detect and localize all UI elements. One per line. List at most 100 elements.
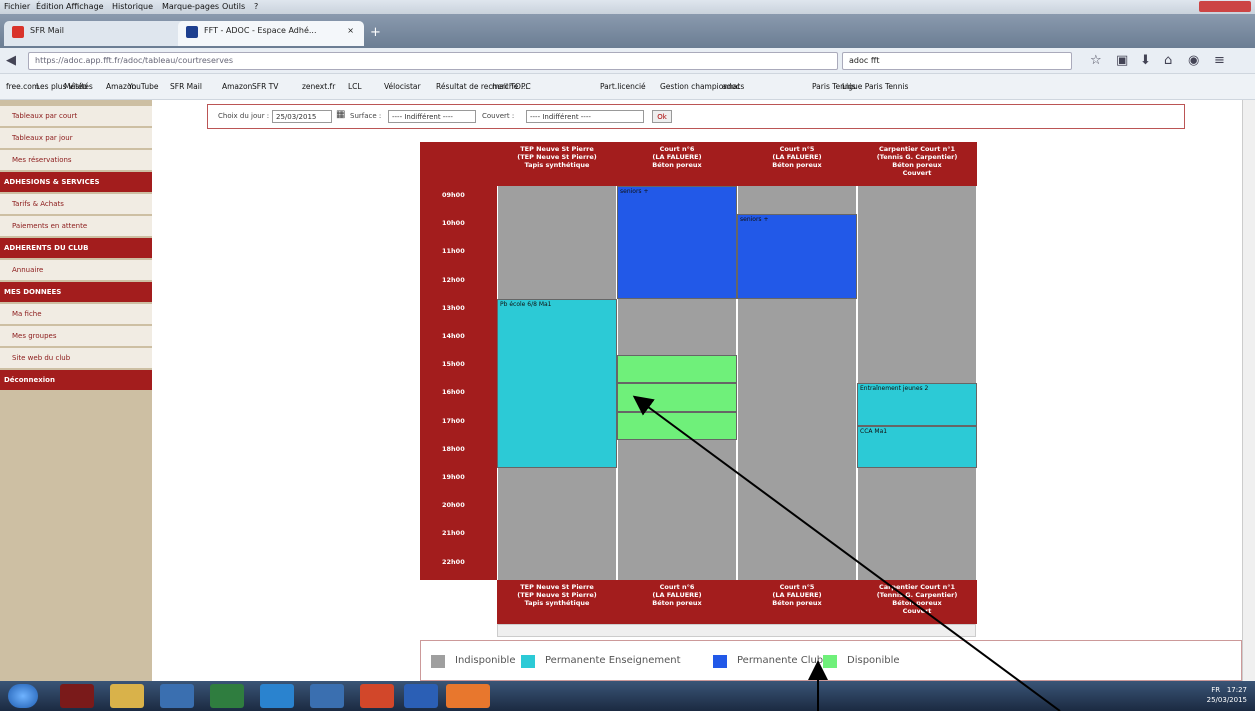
time-label: 14h00	[442, 332, 465, 340]
time-label: 15h00	[442, 360, 465, 369]
search-input[interactable]: adoc fft	[842, 52, 1072, 70]
sidebar-section-header[interactable]: ADHESIONS & SERVICES	[0, 172, 152, 192]
tab-fft-adoc[interactable]: FFT - ADOC - Espace Adhé... ×	[178, 21, 364, 46]
language-indicator: FR	[1211, 686, 1221, 694]
time-label: 20h00	[442, 501, 465, 510]
horizontal-scrollbar[interactable]	[497, 624, 976, 637]
bookmarks-bar: free.com Les plus visités Météo Amazon YouTu…	[0, 74, 1255, 100]
sidebar-item[interactable]: Tarifs & Achats	[0, 194, 152, 214]
bookmark-item[interactable]: Amazon	[222, 82, 252, 91]
legend-swatch	[823, 655, 837, 668]
bookmark-item[interactable]: zenext.fr	[302, 82, 335, 91]
bookmark-item[interactable]: SFR TV	[252, 82, 278, 91]
bookmark-item[interactable]: Ligue Paris Tennis	[842, 82, 908, 91]
fft-icon	[186, 26, 198, 38]
sync-icon[interactable]: ◉	[1188, 53, 1199, 68]
reservation-slot[interactable]: Pb école 6/8 Ma1	[497, 298, 617, 468]
court-header-bottom: TEP Neuve St Pierre (TEP Neuve St Pierre…	[497, 580, 617, 624]
window-controls[interactable]	[1199, 1, 1251, 12]
sidebar-item[interactable]: Tableaux par jour	[0, 128, 152, 148]
bookmark-item[interactable]: YouTube	[128, 82, 159, 91]
day-input[interactable]: 25/03/2015	[272, 110, 332, 123]
clock-time: 17:27	[1226, 686, 1247, 694]
system-clock: FR 17:27 25/03/2015	[1207, 685, 1247, 705]
sidebar-item[interactable]: Ma fiche	[0, 304, 152, 324]
sidebar-item[interactable]: Tableaux par court	[0, 106, 152, 126]
surface-select[interactable]: ---- Indifférent ----	[388, 110, 476, 123]
bookmark-item[interactable]: Météo	[64, 82, 87, 91]
tab-label: FFT - ADOC - Espace Adhé...	[204, 26, 317, 35]
word-icon[interactable]	[404, 684, 438, 708]
court-header-top: TEP Neuve St Pierre (TEP Neuve St Pierre…	[497, 142, 617, 186]
reservation-slot[interactable]: Entraînement jeunes 2	[857, 383, 977, 426]
reservation-slot[interactable]	[617, 355, 737, 384]
menu-icon[interactable]: ≡	[1214, 53, 1225, 68]
time-label: 12h00	[442, 275, 465, 284]
star-icon[interactable]: ☆	[1090, 53, 1102, 68]
menu-item[interactable]: Marque-pages	[162, 2, 219, 11]
reservation-slot[interactable]	[617, 383, 737, 412]
menu-item[interactable]: ?	[254, 2, 258, 11]
legend-swatch	[521, 655, 535, 668]
close-tab-icon[interactable]: ×	[347, 26, 354, 35]
reservation-slot[interactable]: seniors +	[617, 186, 737, 299]
reservation-slot[interactable]	[617, 411, 737, 440]
menu-item[interactable]: Historique	[112, 2, 153, 11]
powerpoint-icon[interactable]	[360, 684, 394, 708]
sidebar-section-header[interactable]: MES DONNEES	[0, 282, 152, 302]
ok-button[interactable]: Ok	[652, 110, 672, 123]
sidebar-item[interactable]: Mes groupes	[0, 326, 152, 346]
bookmark-item[interactable]: free.com	[6, 82, 39, 91]
start-button[interactable]	[8, 684, 38, 708]
menu-item[interactable]: Édition	[36, 2, 64, 11]
sidebar-item[interactable]: Mes réservations	[0, 150, 152, 170]
app-icon[interactable]	[160, 684, 194, 708]
covered-select[interactable]: ---- Indifférent ----	[526, 110, 644, 123]
sidebar-item[interactable]: Annuaire	[0, 260, 152, 280]
legend-label: Disponible	[847, 655, 900, 666]
menu-item[interactable]: Affichage	[66, 2, 104, 11]
url-bar[interactable]: https://adoc.app.fft.fr/adoc/tableau/cou…	[28, 52, 838, 70]
bookmark-item[interactable]: mail TOPC	[492, 82, 531, 91]
vertical-scrollbar[interactable]	[1242, 100, 1255, 681]
legend: Indisponible Permanente Enseignement Perma…	[420, 640, 1242, 681]
new-tab-icon[interactable]: +	[370, 25, 381, 40]
bookmark-item[interactable]: LCL	[348, 82, 362, 91]
home-icon[interactable]: ⌂	[1164, 53, 1172, 68]
time-label: 11h00	[442, 247, 465, 256]
clock-date: 25/03/2015	[1206, 696, 1247, 704]
bookmark-item[interactable]: Vélocistar	[384, 82, 421, 91]
tab-sfr-mail[interactable]: SFR Mail	[4, 21, 204, 46]
sidebar-item[interactable]: Paiements en attente	[0, 216, 152, 236]
court-header-top: Carpentier Court n°1 (Tennis G. Carpenti…	[857, 142, 977, 186]
excel-icon[interactable]	[210, 684, 244, 708]
sidebar-item[interactable]: Site web du club	[0, 348, 152, 368]
time-label: 21h00	[442, 529, 465, 538]
app-icon[interactable]	[310, 684, 344, 708]
explorer-icon[interactable]	[110, 684, 144, 708]
tab-label: SFR Mail	[30, 26, 65, 35]
internet-explorer-icon[interactable]	[260, 684, 294, 708]
reservation-slot[interactable]: CCA Ma1	[857, 425, 977, 468]
court-header-top: Court n°6 (LA FALUERE) Béton poreux	[617, 142, 737, 186]
time-label: 10h00	[442, 219, 465, 228]
back-icon[interactable]: ◀	[6, 53, 16, 68]
calendar-icon[interactable]: ▦	[336, 109, 345, 120]
sidebar-section-header[interactable]: ADHERENTS DU CLUB	[0, 238, 152, 258]
app-icon[interactable]	[60, 684, 94, 708]
bookmark-item[interactable]: SFR Mail	[170, 82, 202, 91]
bookmark-item[interactable]: Part.licencié	[600, 82, 646, 91]
menu-item[interactable]: Outils	[222, 2, 245, 11]
sidebar: Tableaux par court Tableaux par jour Mes r…	[0, 100, 152, 681]
reservation-slot[interactable]: seniors +	[737, 214, 857, 299]
time-label: 19h00	[442, 473, 465, 481]
download-icon[interactable]: ⬇	[1140, 53, 1151, 68]
clipboard-icon[interactable]: ▣	[1116, 53, 1128, 68]
sidebar-section-header[interactable]: Déconnexion	[0, 370, 152, 390]
legend-swatch	[713, 655, 727, 668]
time-label: 16h00	[442, 388, 465, 397]
legend-swatch	[431, 655, 445, 668]
bookmark-item[interactable]: adoc	[722, 82, 740, 91]
menu-item[interactable]: Fichier	[4, 2, 30, 11]
firefox-icon[interactable]	[446, 684, 490, 708]
